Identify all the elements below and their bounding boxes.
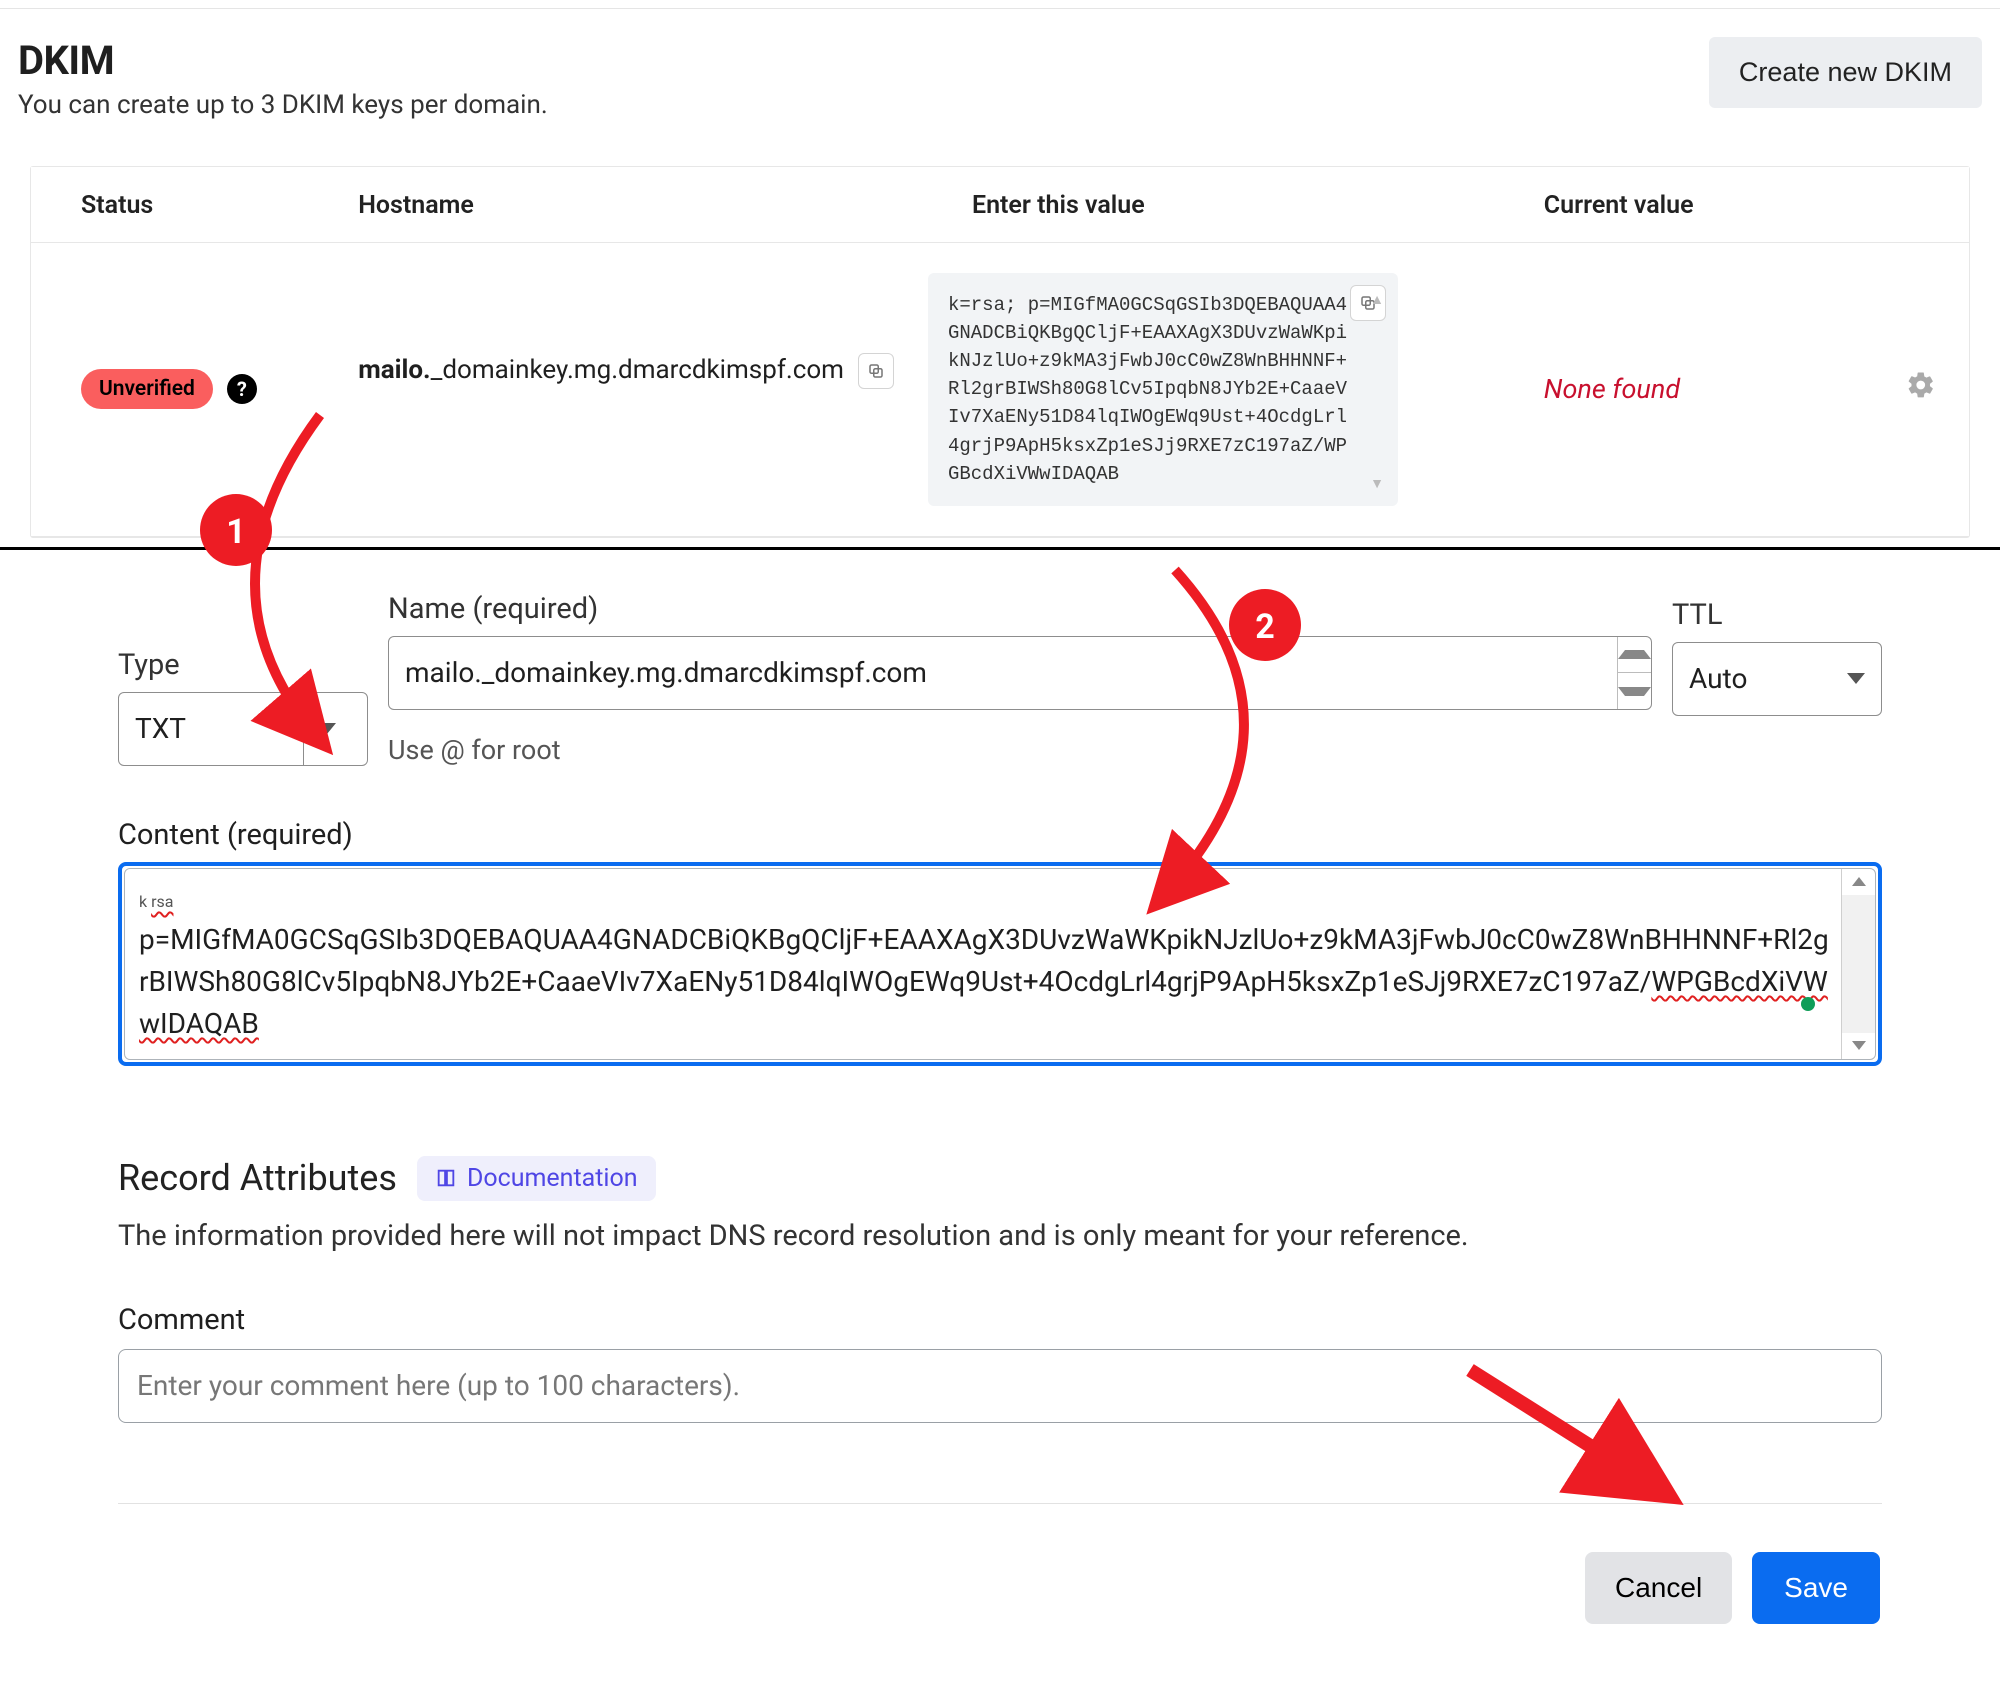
action-row: Cancel Save — [0, 1514, 2000, 1684]
table-row: Unverified ? mailo._domainkey.mg.dmarcdk… — [31, 243, 1969, 537]
stepper-up-icon — [1618, 650, 1651, 659]
col-status: Status — [31, 167, 308, 243]
ttl-label: TTL — [1672, 598, 1882, 632]
ttl-value: Auto — [1689, 662, 1747, 695]
content-label: Content (required) — [118, 818, 1882, 852]
enter-value-box: ▲ k=rsa; p=MIGfMA0GCSqGSIb3DQEBAQUAA4GNA… — [928, 273, 1398, 506]
ttl-select[interactable]: Auto — [1672, 642, 1882, 716]
cancel-button[interactable]: Cancel — [1585, 1552, 1732, 1624]
content-scrollbar[interactable] — [1841, 869, 1875, 1059]
editor-divider — [118, 1503, 1882, 1504]
scroll-up-icon — [1852, 877, 1866, 886]
name-stepper[interactable] — [1617, 637, 1651, 709]
dkim-section: DKIM You can create up to 3 DKIM keys pe… — [0, 9, 2000, 548]
col-hostname: Hostname — [308, 167, 922, 243]
name-label: Name (required) — [388, 592, 1652, 626]
record-attributes-desc: The information provided here will not i… — [118, 1219, 1882, 1253]
type-select[interactable]: TXT — [118, 692, 368, 766]
scroll-down-icon — [1852, 1041, 1866, 1050]
comment-input[interactable]: Enter your comment here (up to 100 chara… — [118, 1349, 1882, 1423]
record-attributes-title: Record Attributes — [118, 1157, 397, 1199]
create-dkim-button[interactable]: Create new DKIM — [1709, 37, 1982, 108]
name-input[interactable]: mailo._domainkey.mg.dmarcdkimspf.com — [388, 636, 1652, 710]
scroll-down-icon[interactable]: ▼ — [1370, 475, 1384, 492]
name-value: mailo._domainkey.mg.dmarcdkimspf.com — [389, 637, 1617, 709]
hostname-text: mailo._domainkey.mg.dmarcdkimspf.com — [358, 353, 844, 388]
save-button[interactable]: Save — [1752, 1552, 1880, 1624]
comment-placeholder: Enter your comment here (up to 100 chara… — [137, 1369, 740, 1402]
col-current-value: Current value — [1494, 167, 1851, 243]
type-label: Type — [118, 648, 368, 682]
book-icon — [435, 1167, 457, 1189]
type-value: TXT — [135, 712, 186, 745]
documentation-link[interactable]: Documentation — [417, 1156, 656, 1201]
gear-icon[interactable] — [1906, 373, 1936, 408]
copy-hostname-button[interactable] — [858, 353, 894, 389]
current-value-text: None found — [1544, 373, 1680, 405]
chevron-down-icon — [1847, 673, 1865, 684]
comment-label: Comment — [118, 1303, 1882, 1337]
dkim-title: DKIM — [18, 37, 548, 84]
stepper-down-icon — [1618, 687, 1651, 696]
enter-value-text: k=rsa; p=MIGfMA0GCSqGSIb3DQEBAQUAA4GNADC… — [948, 291, 1348, 488]
dns-record-editor: Type TXT Name (required) mailo._domainke… — [0, 550, 2000, 1514]
scroll-up-icon[interactable]: ▲ — [1370, 291, 1384, 308]
help-icon[interactable]: ? — [227, 374, 257, 404]
content-value-main: p=MIGfMA0GCSqGSIb3DQEBAQUAA4GNADCBiQKBgQ… — [139, 923, 1829, 998]
dkim-subtitle: You can create up to 3 DKIM keys per dom… — [18, 90, 548, 120]
grammar-ok-icon — [1801, 997, 1815, 1011]
content-textarea[interactable]: k rsa p=MIGfMA0GCSqGSIb3DQEBAQUAA4GNADCB… — [118, 862, 1882, 1066]
col-enter-value: Enter this value — [922, 167, 1494, 243]
name-hint: Use @ for root — [388, 734, 1652, 766]
status-badge: Unverified — [81, 369, 213, 409]
col-actions — [1850, 167, 1969, 243]
dkim-table: Status Hostname Enter this value Current… — [30, 166, 1970, 538]
copy-icon — [867, 362, 885, 380]
chevron-down-icon — [318, 723, 336, 734]
